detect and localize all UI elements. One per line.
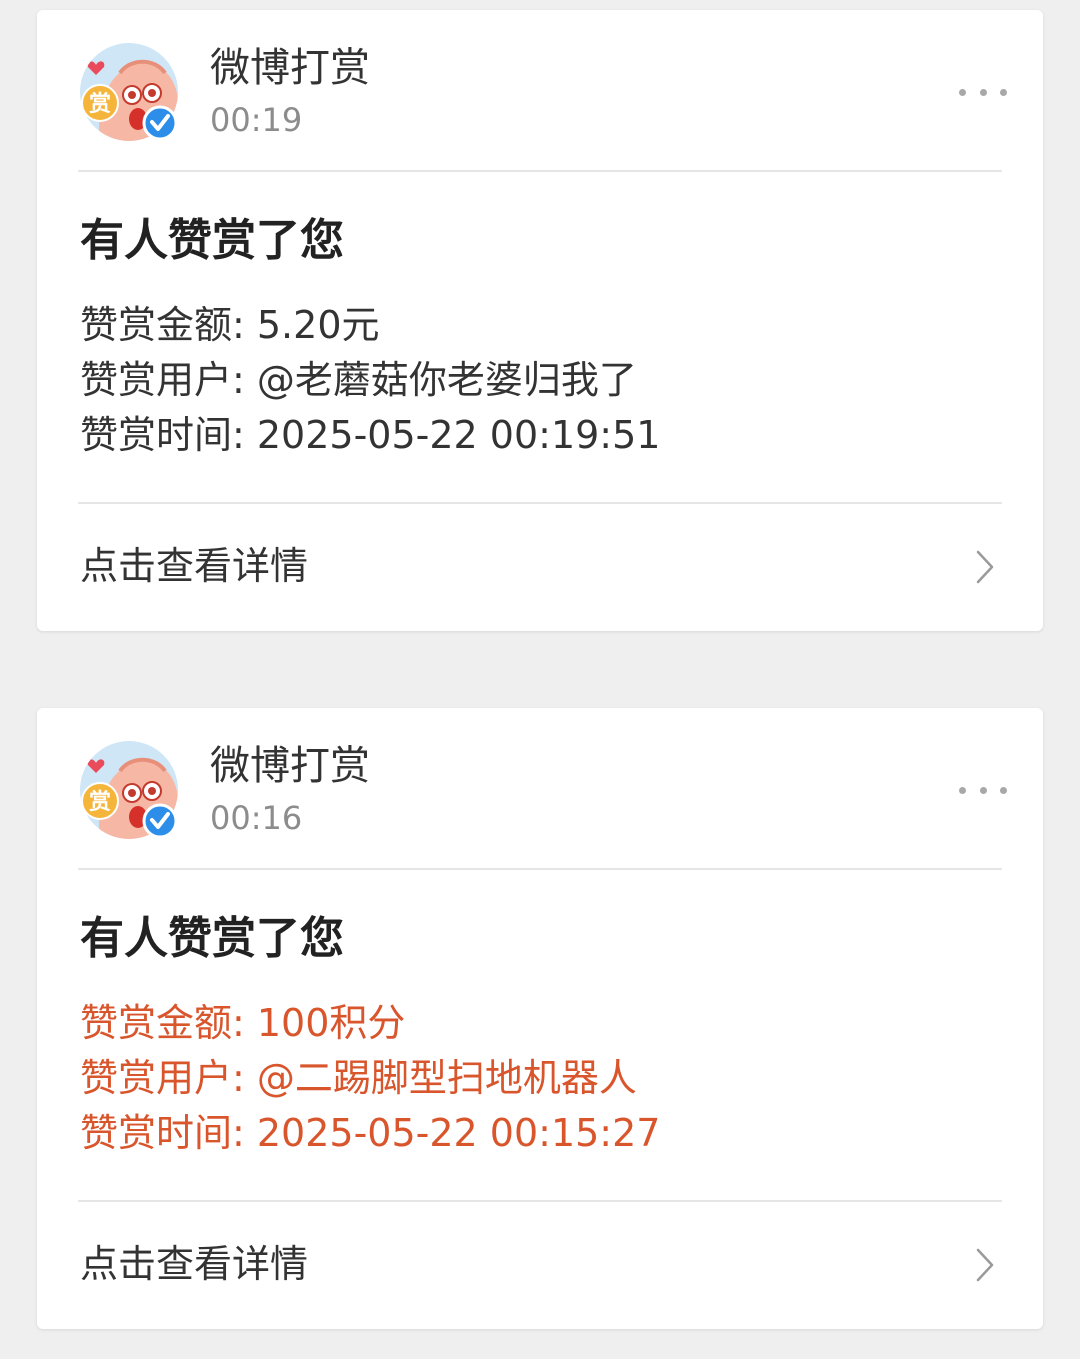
message-title: 有人赞赏了您 <box>80 215 344 266</box>
divider <box>78 868 1002 870</box>
reward-amount: 赞赏金额: 5.20元 <box>80 303 380 347</box>
more-dot-icon <box>959 88 966 96</box>
message-time: 00:16 <box>210 799 303 837</box>
sender-name[interactable]: 微博打赏 <box>210 44 370 92</box>
message-feed: 赏 微博打赏 00:19 有人赞赏了您 赞赏金额: 5.20元 赞赏用户: @老… <box>0 0 1080 1359</box>
view-details-label: 点击查看详情 <box>80 544 309 588</box>
sender-name[interactable]: 微博打赏 <box>210 742 370 790</box>
view-details-link[interactable]: 点击查看详情 <box>37 504 1043 631</box>
reward-badge-icon: 赏 <box>81 84 119 122</box>
chevron-right-icon <box>976 550 994 584</box>
reward-details: 赞赏金额: 100积分 赞赏用户: @二踢脚型扫地机器人 赞赏时间: 2025-… <box>80 996 660 1161</box>
more-dot-icon <box>979 88 987 96</box>
reward-time: 赞赏时间: 2025-05-22 00:15:27 <box>80 1111 661 1155</box>
message-card: 赏 微博打赏 00:19 有人赞赏了您 赞赏金额: 5.20元 赞赏用户: @老… <box>37 10 1043 631</box>
more-dot-icon <box>979 786 987 794</box>
reward-user: 赞赏用户: @老蘑菇你老婆归我了 <box>80 358 637 402</box>
reward-badge-icon: 赏 <box>81 782 119 820</box>
message-title: 有人赞赏了您 <box>80 913 344 964</box>
card-header: 赏 微博打赏 00:19 <box>37 10 1043 170</box>
chevron-right-icon <box>976 1248 994 1282</box>
more-dot-icon <box>959 786 966 794</box>
verified-icon <box>142 105 178 141</box>
more-options-button[interactable] <box>959 776 1007 804</box>
verified-icon <box>142 803 178 839</box>
view-details-label: 点击查看详情 <box>80 1242 309 1286</box>
more-dot-icon <box>1000 88 1007 96</box>
avatar[interactable]: 赏 <box>80 43 178 141</box>
avatar[interactable]: 赏 <box>80 741 178 839</box>
svg-text:赏: 赏 <box>89 92 111 117</box>
message-time: 00:19 <box>210 101 303 139</box>
card-header: 赏 微博打赏 00:16 <box>37 708 1043 868</box>
reward-amount: 赞赏金额: 100积分 <box>80 1001 406 1045</box>
divider <box>78 170 1002 172</box>
view-details-link[interactable]: 点击查看详情 <box>37 1202 1043 1329</box>
svg-text:赏: 赏 <box>89 790 111 815</box>
message-card: 赏 微博打赏 00:16 有人赞赏了您 赞赏金额: 100积分 赞赏用户: @二… <box>37 708 1043 1329</box>
reward-user: 赞赏用户: @二踢脚型扫地机器人 <box>80 1056 637 1100</box>
reward-details: 赞赏金额: 5.20元 赞赏用户: @老蘑菇你老婆归我了 赞赏时间: 2025-… <box>80 298 660 463</box>
more-options-button[interactable] <box>959 78 1007 106</box>
reward-time: 赞赏时间: 2025-05-22 00:19:51 <box>80 413 661 457</box>
more-dot-icon <box>1000 786 1007 794</box>
